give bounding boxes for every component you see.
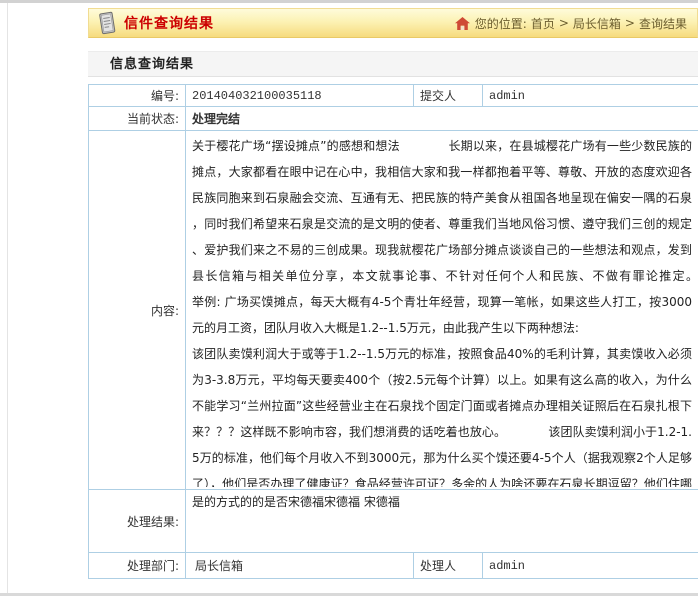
section-title-bar: 信息查询结果 bbox=[88, 51, 698, 77]
page-left-divider bbox=[7, 3, 8, 593]
breadcrumb-prefix: 您的位置: bbox=[475, 15, 527, 32]
table-row-content: 内容: 关于樱花广场“摆设摊点”的感想和想法 长期以来，在县城樱花广场有一些少数… bbox=[89, 131, 698, 490]
letter-icon bbox=[97, 11, 117, 36]
breadcrumb-mailbox-link[interactable]: 局长信箱 bbox=[573, 15, 621, 32]
table-row-status: 当前状态: 处理完结 bbox=[89, 107, 698, 131]
breadcrumb-separator: > bbox=[559, 16, 569, 30]
breadcrumb-separator: > bbox=[625, 16, 635, 30]
handler-label: 处理人 bbox=[414, 553, 483, 579]
breadcrumb-home-link[interactable]: 首页 bbox=[531, 15, 555, 32]
handler-value: admin bbox=[483, 553, 698, 579]
status-value: 处理完结 bbox=[186, 107, 698, 131]
submitter-value: admin bbox=[483, 85, 698, 107]
table-row-number: 编号: 201404032100035118 提交人 admin bbox=[89, 85, 698, 107]
page-title: 信件查询结果 bbox=[124, 13, 214, 33]
result-cell: 是的方式的的是否宋德福宋德福 宋德福 bbox=[186, 490, 698, 553]
result-label: 处理结果: bbox=[89, 490, 186, 553]
page-header: 信件查询结果 您的位置: 首页 > 局长信箱 > 查询结果 bbox=[88, 8, 698, 38]
content-label: 内容: bbox=[89, 131, 186, 490]
detail-table: 编号: 201404032100035118 提交人 admin 当前状态: 处… bbox=[88, 84, 698, 579]
table-row-result: 处理结果: 是的方式的的是否宋德福宋德福 宋德福 bbox=[89, 490, 698, 553]
section-title: 信息查询结果 bbox=[110, 57, 194, 72]
number-value: 201404032100035118 bbox=[186, 85, 414, 107]
status-label: 当前状态: bbox=[89, 107, 186, 131]
content-cell: 关于樱花广场“摆设摊点”的感想和想法 长期以来，在县城樱花广场有一些少数民族的摊… bbox=[186, 131, 698, 490]
breadcrumb-current: 查询结果 bbox=[639, 15, 687, 32]
main-content: 信件查询结果 您的位置: 首页 > 局长信箱 > 查询结果 信息查询结果 编号:… bbox=[88, 8, 698, 579]
content-value: 关于樱花广场“摆设摊点”的感想和想法 长期以来，在县城樱花广场有一些少数民族的摊… bbox=[192, 133, 692, 487]
department-label: 处理部门: bbox=[89, 553, 186, 579]
home-icon bbox=[455, 17, 470, 30]
number-label: 编号: bbox=[89, 85, 186, 107]
page-top-divider bbox=[0, 0, 698, 3]
result-value: 是的方式的的是否宋德福宋德福 宋德福 bbox=[192, 492, 692, 550]
department-value: 局长信箱 bbox=[186, 553, 414, 579]
submitter-label: 提交人 bbox=[414, 85, 483, 107]
table-row-department: 处理部门: 局长信箱 处理人 admin bbox=[89, 553, 698, 579]
